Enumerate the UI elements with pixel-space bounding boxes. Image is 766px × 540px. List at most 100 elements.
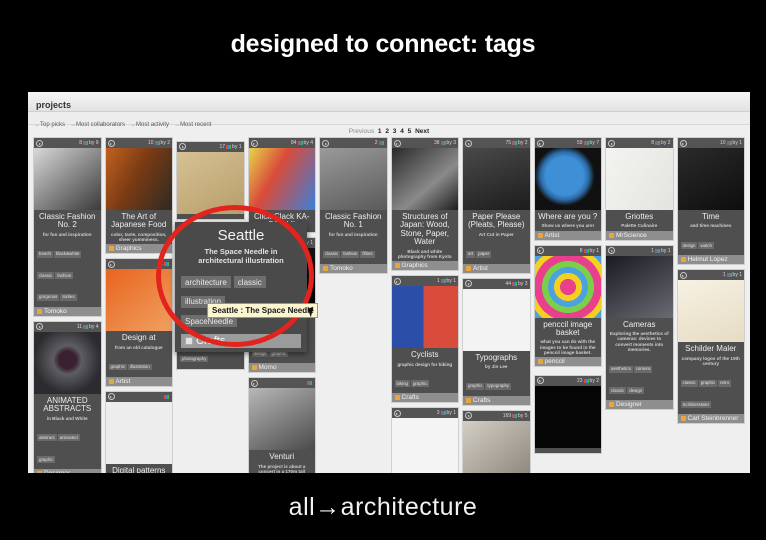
play-icon[interactable] <box>608 139 615 147</box>
tag-graphic[interactable]: graphic <box>410 380 430 388</box>
play-icon[interactable] <box>536 139 544 147</box>
tag-graphic[interactable]: graphic <box>698 379 718 387</box>
tag-fifties[interactable]: fifties <box>360 250 375 258</box>
tag-classic[interactable]: classic <box>323 250 341 258</box>
card-footer[interactable]: Crafts <box>391 393 458 403</box>
card-footer[interactable]: Crafts <box>463 395 530 405</box>
card-thumbnail[interactable] <box>534 385 601 448</box>
card-thumbnail[interactable] <box>248 148 315 210</box>
card-footer[interactable]: Tomoko <box>320 263 387 273</box>
project-card[interactable]: 2 Classic Fashion No. 1 for fun and inspir… <box>319 137 388 274</box>
tag-biking[interactable]: biking <box>394 380 410 388</box>
play-icon[interactable] <box>536 377 544 385</box>
tag-paper[interactable]: paper <box>476 250 492 258</box>
card-tag-list[interactable]: biking graphic <box>394 370 456 392</box>
project-card[interactable]: 8 by 9 Classic Fashion No. 2 for fun and in… <box>33 137 102 317</box>
play-icon[interactable] <box>322 139 329 147</box>
tag-camera[interactable]: camera <box>633 365 653 373</box>
tag-retro[interactable]: retro <box>718 379 732 387</box>
play-icon[interactable] <box>393 277 401 285</box>
card-footer[interactable]: Helmut Lopez <box>677 255 744 265</box>
card-footer[interactable]: penccil <box>534 357 601 367</box>
tag-watch[interactable]: watch <box>698 242 714 250</box>
play-icon[interactable] <box>393 139 401 147</box>
card-tag-list[interactable]: design watch <box>680 232 742 254</box>
play-icon[interactable] <box>536 247 544 255</box>
play-icon[interactable] <box>679 271 687 279</box>
play-icon[interactable] <box>107 260 115 268</box>
play-icon[interactable] <box>250 139 258 147</box>
card-thumbnail[interactable] <box>677 148 744 210</box>
card-thumbnail[interactable] <box>34 148 101 210</box>
card-tag-list[interactable]: art paper <box>466 240 527 262</box>
card-thumbnail[interactable] <box>391 286 458 349</box>
tag-graphic[interactable]: graphic <box>466 382 485 390</box>
card-thumbnail[interactable] <box>677 280 744 343</box>
play-icon[interactable] <box>465 139 472 147</box>
project-card[interactable]: 1 by 1 Schilder Maler company logos of the … <box>676 269 745 425</box>
tag-classic[interactable]: classic <box>680 379 698 387</box>
play-icon[interactable] <box>608 247 615 255</box>
card-thumbnail[interactable] <box>34 331 101 394</box>
tag-illustration[interactable]: illustration <box>127 363 152 371</box>
project-card[interactable]: Venturi The project is about a concert in… <box>247 377 316 473</box>
card-tag-list[interactable]: beach black&white classic fashion gorgeous si… <box>37 240 98 305</box>
tag-beach[interactable]: beach <box>37 250 53 258</box>
card-footer[interactable]: MrScience <box>606 230 673 240</box>
tag-schildermaler[interactable]: SchilderMaler <box>680 401 712 409</box>
play-icon[interactable] <box>107 139 115 147</box>
play-icon[interactable] <box>36 139 43 147</box>
project-card[interactable]: 44 by 3 Typographs by Jin Lee graphic typogra… <box>462 277 531 406</box>
project-card[interactable]: 59 by 7 Where are you ? Show us where you a… <box>533 137 602 241</box>
tag-black-white[interactable]: black&white <box>53 250 82 258</box>
tag-aesthetics[interactable]: aesthetics <box>609 365 633 373</box>
project-card[interactable]: 8 by 2 Griottes Palette Culinaire MrScience <box>605 137 674 241</box>
card-thumbnail[interactable] <box>534 255 601 318</box>
card-tag-list[interactable]: classic fashion fifties <box>323 240 384 262</box>
card-tag-list[interactable]: abstract animated graphic <box>37 424 98 467</box>
tag-fashion[interactable]: fashion <box>341 250 360 258</box>
pagination-page-4[interactable]: 4 <box>400 128 404 135</box>
play-icon[interactable] <box>107 393 115 401</box>
card-thumbnail[interactable] <box>534 148 601 210</box>
card-footer[interactable]: Designer <box>606 400 673 410</box>
tag-photography[interactable]: photography <box>180 355 209 363</box>
filter-nav[interactable]: →Top picks →Most collaborators →Most activ… <box>28 112 750 128</box>
card-thumbnail[interactable] <box>463 148 530 210</box>
project-card[interactable]: 10 by 2 The Art of Japanese Food color, tas… <box>104 137 173 255</box>
project-card[interactable]: 1 by 1 Cyclists graphic design for biking bi… <box>390 275 459 404</box>
card-thumbnail[interactable] <box>105 401 172 464</box>
project-card[interactable]: 3by 1Logo developmentdifferent ideas for… <box>390 407 459 473</box>
tag-gorgeous[interactable]: gorgeous <box>37 293 60 301</box>
project-card[interactable]: 23 by 2 <box>533 374 602 454</box>
card-thumbnail[interactable] <box>320 148 387 210</box>
pagination-page-5[interactable]: 5 <box>408 128 412 135</box>
card-footer[interactable]: Graphics <box>391 261 458 271</box>
card-footer[interactable]: Artist <box>105 376 172 386</box>
card-tag-list[interactable]: graphic typography <box>466 372 527 394</box>
project-card[interactable]: 8 by 1 penccil image basket what you can do… <box>533 244 602 368</box>
tag-design[interactable]: design <box>627 387 645 395</box>
project-card[interactable]: 10 by 1 Time and time machines design watch He… <box>676 137 745 266</box>
tag-animated[interactable]: animated <box>57 434 80 442</box>
card-thumbnail[interactable] <box>463 420 530 473</box>
tag-graphic[interactable]: graphic <box>37 456 56 463</box>
play-icon[interactable] <box>393 409 401 417</box>
play-icon[interactable] <box>179 143 186 150</box>
filter-most-recent[interactable]: →Most recent <box>174 122 211 128</box>
card-footer[interactable]: Tomoko <box>34 306 101 316</box>
play-icon[interactable] <box>250 379 258 387</box>
play-icon[interactable] <box>465 412 472 420</box>
filter-top-picks[interactable]: →Top picks <box>34 122 65 128</box>
project-card[interactable]: Digital patternsanimated surfacesanimate… <box>104 390 173 473</box>
card-thumbnail[interactable] <box>606 255 673 318</box>
tag-abstract[interactable]: abstract <box>37 434 57 442</box>
card-footer[interactable]: Momo <box>248 363 315 373</box>
pagination-page-3[interactable]: 3 <box>393 128 397 135</box>
card-thumbnail[interactable] <box>248 388 315 451</box>
card-thumbnail[interactable] <box>391 148 458 210</box>
project-card[interactable]: 169by 5Writings on the WallA collection … <box>462 409 531 473</box>
tag-classic[interactable]: classic <box>37 272 55 280</box>
card-footer[interactable]: Carl Steinbrenner <box>677 414 744 424</box>
pagination-previous[interactable]: Previous <box>349 128 374 135</box>
